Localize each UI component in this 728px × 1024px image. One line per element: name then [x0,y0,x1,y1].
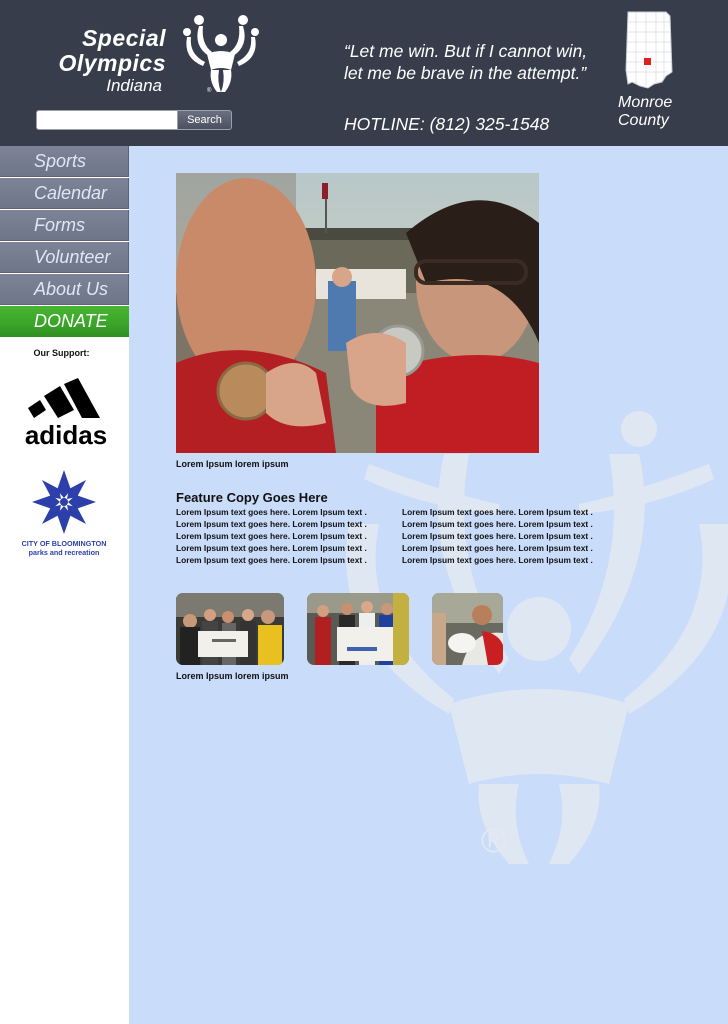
hotline-text: HOTLINE: (812) 325-1548 [344,114,550,134]
search-button[interactable]: Search [177,110,232,130]
county-line-2: County [618,112,669,129]
header-quote: “Let me win. But if I cannot win, let me… [344,40,604,84]
quote-line-1: “Let me win. But if I cannot win, [344,41,588,61]
gallery-thumbnail-1[interactable] [176,593,284,665]
logo-line-1: Special [81,25,166,51]
logo-line-3: Indiana [106,76,162,95]
nav-item-calendar[interactable]: Calendar [0,178,129,209]
logo-line-2: Olympics [58,50,166,76]
feature-line: Lorem Ipsum text goes here. Lorem Ipsum … [402,519,593,529]
support-label: Our Support: [33,348,90,358]
svg-text:parks and recreation: parks and recreation [29,548,100,557]
gallery-thumbnail-3[interactable] [432,593,503,665]
feature-column-2: Lorem Ipsum text goes here. Lorem Ipsum … [402,506,622,566]
special-olympics-emblem-icon: ® [183,15,259,94]
donate-button[interactable]: DONATE [0,306,129,337]
main-nav: Sports Calendar Forms Volunteer About Us… [0,146,129,337]
svg-text:®: ® [481,822,506,860]
feature-line: Lorem Ipsum text goes here. Lorem Ipsum … [402,507,593,517]
county-line-1: Monroe [618,94,673,111]
main-content: ® Lorem Ipsum lorem ipsum Feature Copy G… [129,146,728,1024]
site-header: Special Olympics Indiana ® Search “Let m… [0,0,728,146]
county-label: Monroe County [618,94,672,130]
svg-text:®: ® [207,87,212,94]
hero-caption: Lorem Ipsum lorem ipsum [176,459,289,469]
feature-line: Lorem Ipsum text goes here. Lorem Ipsum … [176,507,367,517]
nav-item-volunteer[interactable]: Volunteer [0,242,129,273]
gallery-thumbnail-2[interactable] [307,593,409,665]
site-logo[interactable]: Special Olympics Indiana [34,26,166,96]
city-of-bloomington-logo[interactable]: CITY OF BLOOMINGTON parks and recreation [20,468,110,560]
adidas-logo[interactable]: adidas [14,378,118,448]
quote-line-2: let me be brave in the attempt.” [344,63,587,83]
sidebar: Sports Calendar Forms Volunteer About Us… [0,146,129,1024]
feature-title: Feature Copy Goes Here [176,490,328,505]
svg-text:adidas: adidas [25,420,107,448]
nav-item-sports[interactable]: Sports [0,146,129,177]
search-input[interactable] [36,110,180,130]
svg-text:CITY OF BLOOMINGTON: CITY OF BLOOMINGTON [22,539,107,548]
nav-item-forms[interactable]: Forms [0,210,129,241]
nav-item-about-us[interactable]: About Us [0,274,129,305]
feature-column-1: Lorem Ipsum text goes here. Lorem Ipsum … [176,506,396,566]
feature-line: Lorem Ipsum text goes here. Lorem Ipsum … [402,531,593,541]
indiana-map-icon [625,11,673,89]
feature-line: Lorem Ipsum text goes here. Lorem Ipsum … [176,543,367,553]
gallery-caption: Lorem Ipsum lorem ipsum [176,671,289,681]
feature-line: Lorem Ipsum text goes here. Lorem Ipsum … [402,555,593,565]
feature-line: Lorem Ipsum text goes here. Lorem Ipsum … [176,519,367,529]
feature-line: Lorem Ipsum text goes here. Lorem Ipsum … [402,543,593,553]
hero-photo[interactable] [176,173,539,453]
feature-line: Lorem Ipsum text goes here. Lorem Ipsum … [176,531,367,541]
feature-line: Lorem Ipsum text goes here. Lorem Ipsum … [176,555,367,565]
